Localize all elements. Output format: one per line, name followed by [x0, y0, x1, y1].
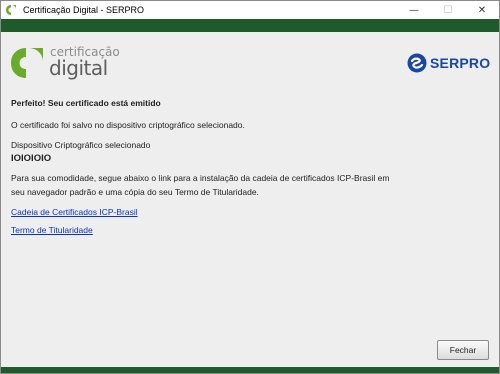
info-text-line-1: Para sua comodidade, segue abaixo o link… — [11, 173, 390, 183]
success-heading: Perfeito! Seu certificado está emitido — [11, 98, 161, 108]
header-band — [1, 19, 499, 32]
app-icon — [6, 5, 16, 15]
device-name: IOIOIOIO — [11, 153, 52, 164]
saved-message: O certificado foi salvo no dispositivo c… — [11, 120, 245, 130]
certificacao-digital-logo: certificação digital — [9, 42, 120, 82]
info-text-line-2: seu navegador padrão e uma cópia do seu … — [11, 187, 259, 197]
logo-word-digital: digital — [49, 56, 108, 80]
serpro-logo-text: SERPRO — [430, 55, 491, 71]
title-bar[interactable]: Certificação Digital - SERPRO — ☐ ✕ — [1, 1, 499, 19]
link-cadeia-certificados[interactable]: Cadeia de Certificados ICP-Brasil — [11, 207, 138, 218]
window-title: Certificação Digital - SERPRO — [23, 5, 145, 15]
app-window: Certificação Digital - SERPRO — ☐ ✕ cert… — [0, 0, 500, 374]
fechar-button[interactable]: Fechar — [437, 340, 489, 360]
header: certificação digital SERPRO — [1, 32, 499, 90]
maximize-button[interactable]: ☐ — [431, 1, 465, 19]
close-window-button[interactable]: ✕ — [465, 1, 499, 19]
link-termo-titularidade[interactable]: Termo de Titularidade — [11, 225, 93, 236]
leaf-logo-icon — [11, 48, 43, 78]
serpro-logo: SERPRO — [407, 52, 490, 74]
minimize-button[interactable]: — — [397, 1, 431, 19]
serpro-swirl-icon — [407, 53, 427, 73]
window-controls: — ☐ ✕ — [397, 1, 499, 19]
device-label: Dispositivo Criptográfico selecionado — [11, 140, 151, 150]
footer-band — [1, 367, 499, 373]
